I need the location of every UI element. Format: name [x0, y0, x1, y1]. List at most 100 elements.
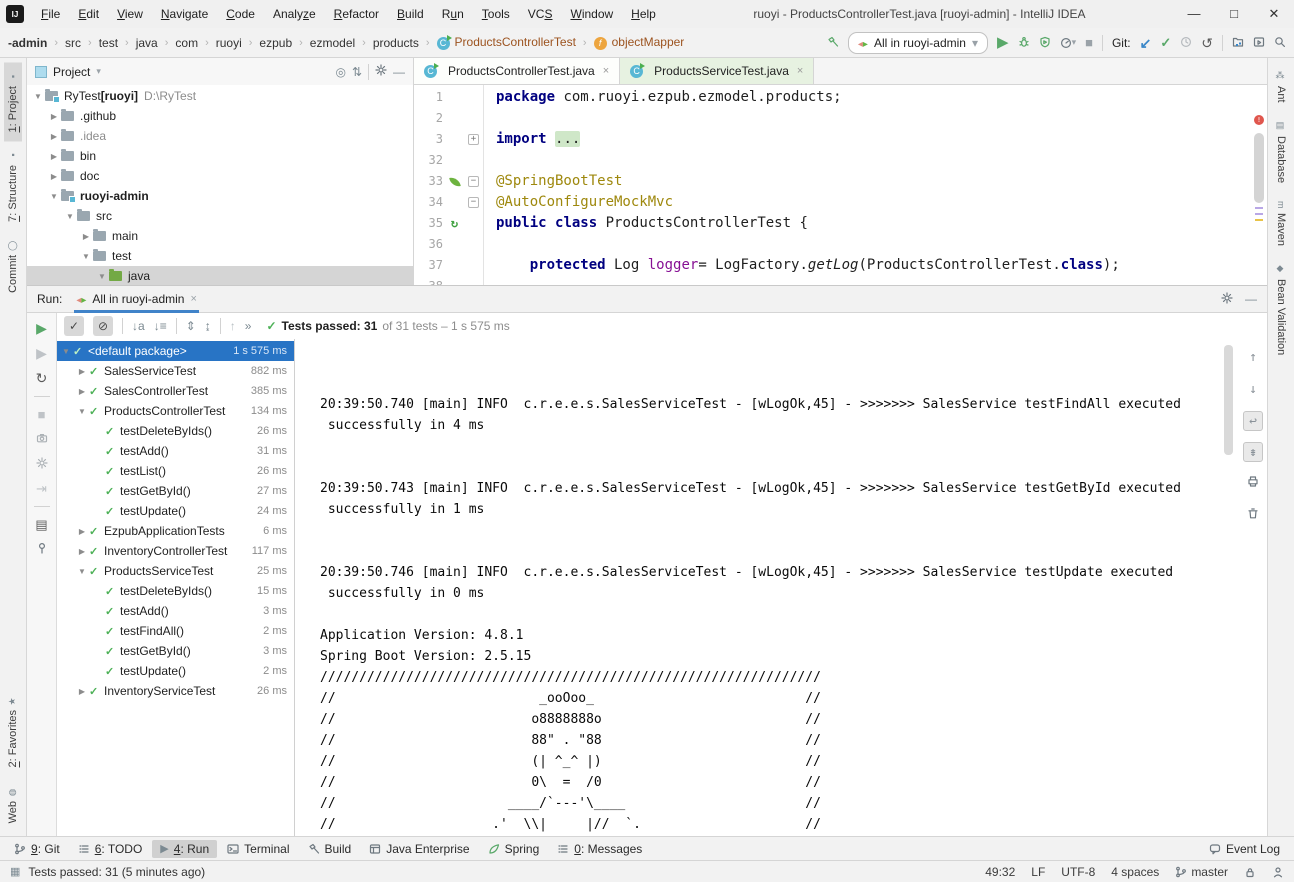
project-tree-row[interactable]: ▼RyTest [ruoyi]D:\RyTest [27, 86, 413, 106]
test-tree-row[interactable]: ✓testList()26 ms [57, 461, 294, 481]
breadcrumb-item[interactable]: products [373, 36, 419, 50]
error-badge[interactable]: ! [1254, 115, 1264, 125]
expanded-arrow-icon[interactable]: ▼ [59, 347, 73, 356]
tool-window-button-todo[interactable]: 6: TODO [70, 840, 151, 858]
project-tree-row[interactable]: ▼java [27, 266, 413, 285]
close-tab-icon[interactable]: × [603, 65, 609, 77]
collapsed-arrow-icon[interactable]: ▶ [47, 172, 61, 181]
tool-window-button-javaenterprise[interactable]: Java Enterprise [361, 840, 477, 858]
stop-button[interactable]: ■ [1085, 36, 1093, 49]
editor-tab[interactable]: CProductsServiceTest.java× [620, 58, 814, 84]
test-tree-row[interactable]: ✓testFindAll()2 ms [57, 621, 294, 641]
stripe-button-structure[interactable]: 7: Structure▪ [4, 141, 22, 231]
caret-position[interactable]: 49:32 [985, 865, 1015, 879]
menu-code[interactable]: Code [217, 0, 264, 28]
toggle-auto-test-button[interactable]: ↻ [36, 371, 48, 385]
test-tree-row[interactable]: ▶✓SalesControllerTest385 ms [57, 381, 294, 401]
tool-window-button-build[interactable]: Build [300, 840, 360, 858]
event-log-button[interactable]: Event Log [1201, 840, 1288, 858]
stop-process-button[interactable]: ■ [38, 408, 46, 421]
menu-window[interactable]: Window [561, 0, 622, 28]
expanded-arrow-icon[interactable]: ▼ [95, 272, 109, 281]
close-tab-icon[interactable]: × [797, 65, 803, 77]
scrollbar-thumb[interactable] [1254, 133, 1264, 203]
run-panel-settings-button[interactable] [1221, 292, 1233, 307]
history-button[interactable] [1180, 36, 1192, 50]
rollback-button[interactable]: ↺ [1201, 36, 1213, 50]
test-settings-button[interactable] [36, 457, 48, 471]
tool-window-button-run[interactable]: ▶4: Run [152, 840, 217, 858]
fold-box-icon[interactable]: + [468, 134, 479, 145]
pin-tab-button[interactable] [36, 542, 48, 556]
expanded-arrow-icon[interactable]: ▼ [47, 192, 61, 201]
collapsed-arrow-icon[interactable]: ▶ [47, 152, 61, 161]
indent-indicator[interactable]: 4 spaces [1111, 865, 1159, 879]
test-tree-row[interactable]: ✓testUpdate()2 ms [57, 661, 294, 681]
collapsed-arrow-icon[interactable]: ▶ [47, 132, 61, 141]
run-button[interactable]: ▶ [997, 35, 1009, 50]
expanded-arrow-icon[interactable]: ▼ [75, 567, 89, 576]
spring-bean-icon[interactable] [447, 177, 462, 187]
search-everywhere-button[interactable] [1274, 36, 1286, 50]
test-tree-row[interactable]: ▶✓EzpubApplicationTests6 ms [57, 521, 294, 541]
rerun-button[interactable]: ▶ [36, 321, 47, 335]
menu-run[interactable]: Run [433, 0, 473, 28]
stripe-button-database[interactable]: ▤Database [1272, 112, 1290, 192]
tool-window-button-terminal[interactable]: Terminal [219, 840, 297, 858]
breadcrumb-item[interactable]: -admin [8, 36, 47, 50]
run-tab[interactable]: ◂▸ All in ruoyi-admin × [74, 286, 199, 313]
tool-windows-icon[interactable]: ▦ [10, 865, 20, 878]
test-tree-row[interactable]: ▼✓ProductsServiceTest25 ms [57, 561, 294, 581]
fold-marker[interactable]: − [466, 176, 481, 187]
test-tree-row[interactable]: ✓testDeleteByIds()26 ms [57, 421, 294, 441]
collapse-all-button[interactable]: ↨ [205, 319, 211, 333]
tool-window-button-git[interactable]: 9: Git [6, 840, 68, 858]
project-structure-button[interactable] [1232, 36, 1244, 50]
previous-failed-test-button[interactable]: ↑ [230, 319, 236, 333]
project-tree-row[interactable]: ▶doc [27, 166, 413, 186]
sort-by-duration-button[interactable]: ↓≡ [154, 319, 167, 333]
run-configuration-select[interactable]: ◂▸ All in ruoyi-admin ▾ [848, 32, 988, 54]
debug-button[interactable] [1018, 36, 1030, 50]
project-tree-row[interactable]: ▶main [27, 226, 413, 246]
lock-icon[interactable] [1244, 866, 1256, 878]
test-tree-row[interactable]: ▶✓SalesServiceTest882 ms [57, 361, 294, 381]
project-tree-row[interactable]: ▼src [27, 206, 413, 226]
menu-help[interactable]: Help [622, 0, 665, 28]
breadcrumb-item[interactable]: test [99, 36, 118, 50]
breadcrumb-item[interactable]: ruoyi [216, 36, 242, 50]
locate-file-button[interactable]: ◎ [335, 65, 345, 79]
breadcrumb-member-item[interactable]: fobjectMapper [594, 35, 685, 50]
test-tree-row[interactable]: ✓testDeleteByIds()15 ms [57, 581, 294, 601]
inspection-profile-icon[interactable] [1272, 866, 1284, 878]
show-ignored-toggle[interactable]: ⊘ [93, 316, 113, 336]
run-test-gutter-icon[interactable]: ↻ [447, 213, 462, 234]
project-tree-row[interactable]: ▶bin [27, 146, 413, 166]
project-tree-row[interactable]: ▶.github [27, 106, 413, 126]
update-project-button[interactable]: ↙ [1140, 36, 1152, 50]
git-branch-widget[interactable]: master [1175, 865, 1228, 879]
test-tree-row[interactable]: ▼✓<default package>1 s 575 ms [57, 341, 294, 361]
test-tree-row[interactable]: ✓testGetById()3 ms [57, 641, 294, 661]
commit-button[interactable]: ✓ [1160, 36, 1171, 49]
hide-panel-button[interactable]: — [393, 65, 405, 79]
menu-analyze[interactable]: Analyze [264, 0, 325, 28]
expand-all-button[interactable]: ⇕ [186, 319, 196, 333]
tool-window-button-spring[interactable]: Spring [480, 840, 548, 858]
code-editor[interactable]: 123+3233−34−35↻363738 package com.ruoyi.… [414, 85, 1267, 285]
close-button[interactable]: ✕ [1254, 0, 1294, 28]
profiler-button[interactable]: ▾ [1060, 37, 1077, 49]
thread-dump-button[interactable] [36, 432, 48, 446]
test-tree-row[interactable]: ▶✓InventoryServiceTest26 ms [57, 681, 294, 701]
stripe-button-web[interactable]: Web◍ [4, 777, 22, 832]
menu-refactor[interactable]: Refactor [325, 0, 388, 28]
collapsed-arrow-icon[interactable]: ▶ [47, 112, 61, 121]
stripe-button-maven[interactable]: mMaven [1272, 192, 1290, 256]
encoding-indicator[interactable]: UTF-8 [1061, 865, 1095, 879]
breadcrumb-item[interactable]: ezmodel [310, 36, 355, 50]
fold-marker[interactable]: + [466, 134, 481, 145]
layout-settings-button[interactable]: ▤ [35, 518, 47, 531]
menu-navigate[interactable]: Navigate [152, 0, 217, 28]
stripe-button-commit[interactable]: Commit◯ [4, 231, 22, 302]
minimize-button[interactable]: — [1174, 0, 1214, 28]
